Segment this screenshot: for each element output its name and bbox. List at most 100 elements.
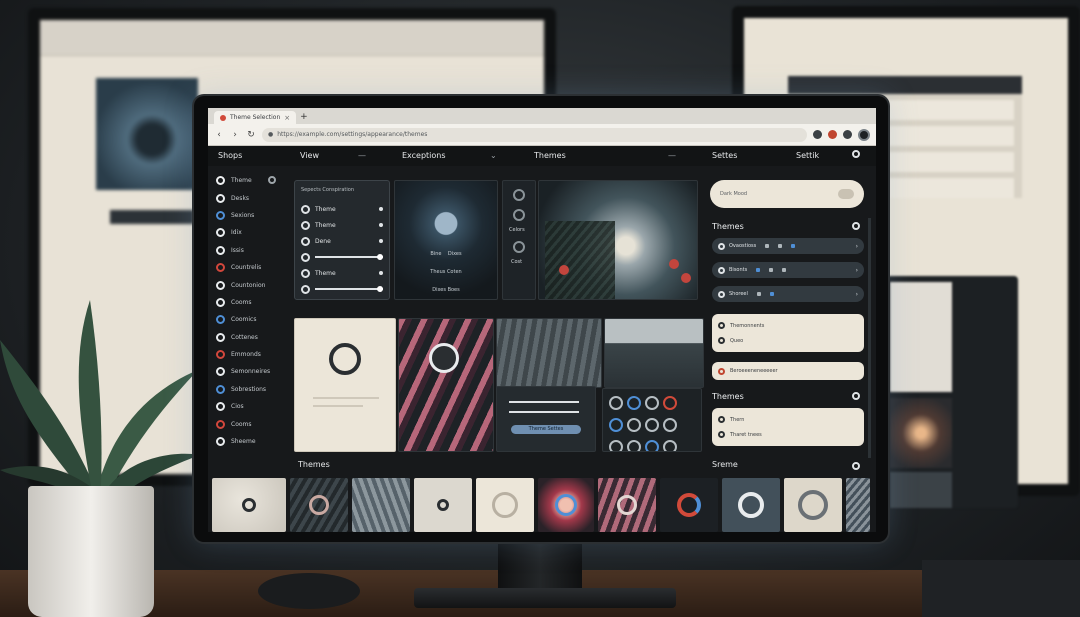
back-icon[interactable]: ‹ xyxy=(214,130,224,140)
sidebar-item[interactable]: Desks xyxy=(216,189,288,206)
circle-icon[interactable] xyxy=(609,440,623,451)
settings-row[interactable]: Theme xyxy=(301,201,383,217)
slider-knob[interactable] xyxy=(377,254,383,260)
circle-icon[interactable] xyxy=(627,440,641,451)
knob-icon[interactable] xyxy=(513,209,525,221)
nav-shops[interactable]: Shops xyxy=(218,151,242,160)
sidebar-item[interactable]: Cooms xyxy=(216,294,288,311)
theme-thumbnail[interactable] xyxy=(660,478,718,532)
slider-knob[interactable] xyxy=(377,286,383,292)
sidebar-item[interactable]: Countrelis xyxy=(216,259,288,276)
radio-icon[interactable] xyxy=(379,271,383,275)
forward-icon[interactable]: › xyxy=(230,130,240,140)
theme-card-forest[interactable] xyxy=(538,180,698,300)
slider[interactable] xyxy=(509,411,579,413)
circle-icon[interactable] xyxy=(645,396,659,410)
scrollbar[interactable] xyxy=(868,218,871,458)
settings-row[interactable]: Theme xyxy=(301,217,383,233)
theme-card-pink[interactable] xyxy=(398,318,494,452)
theme-thumbnail[interactable] xyxy=(414,478,472,532)
theme-thumbnail[interactable] xyxy=(598,478,656,532)
slider[interactable] xyxy=(315,286,383,292)
theme-thumbnail[interactable] xyxy=(538,478,594,532)
profile-avatar[interactable] xyxy=(858,128,870,141)
settings-row[interactable]: Dene xyxy=(301,233,383,249)
slider[interactable] xyxy=(509,401,579,403)
circle-icon[interactable] xyxy=(627,396,641,410)
list-item[interactable]: Themonnents xyxy=(718,318,858,333)
info-icon[interactable] xyxy=(852,222,860,230)
nav-themes[interactable]: Themes xyxy=(534,151,566,160)
knob-icon[interactable] xyxy=(513,241,525,253)
radio-icon[interactable] xyxy=(379,207,383,211)
sidebar-item[interactable]: Coomics xyxy=(216,311,288,328)
sidebar-item[interactable]: Sobrestions xyxy=(216,381,288,398)
sidebar-item[interactable]: Issis xyxy=(216,242,288,259)
extension-icon[interactable] xyxy=(813,130,822,139)
theme-card-sea[interactable] xyxy=(604,318,704,388)
nav-settik[interactable]: Settik xyxy=(796,151,819,160)
search-input[interactable]: Dark Mood xyxy=(710,180,864,208)
theme-thumbnail[interactable] xyxy=(784,478,842,532)
circle-icon[interactable] xyxy=(663,418,677,432)
circle-icon[interactable] xyxy=(609,396,623,410)
theme-option[interactable]: Ovaostioss › xyxy=(712,238,864,254)
sidebar-item[interactable]: Sheeme xyxy=(216,433,288,450)
theme-thumbnail[interactable] xyxy=(846,478,870,532)
theme-thumbnail[interactable] xyxy=(722,478,780,532)
extension-icon[interactable] xyxy=(843,130,852,139)
sidebar-item[interactable]: Cottenes xyxy=(216,329,288,346)
theme-settings-button[interactable]: Theme Settes xyxy=(511,425,581,434)
sidebar-item[interactable]: Semonneires xyxy=(216,363,288,380)
chevron-right-icon[interactable]: › xyxy=(856,291,858,298)
radio-icon[interactable] xyxy=(379,239,383,243)
sidebar-item[interactable]: Emmonds xyxy=(216,346,288,363)
chevron-right-icon[interactable]: › xyxy=(856,267,858,274)
sidebar-item[interactable]: Idix xyxy=(216,224,288,241)
toggle-switch[interactable] xyxy=(838,189,854,199)
chevron-right-icon[interactable]: › xyxy=(856,243,858,250)
sidebar-item[interactable]: Sexions xyxy=(216,207,288,224)
nav-view[interactable]: View xyxy=(300,151,319,160)
new-tab-icon[interactable]: + xyxy=(300,111,308,124)
circle-icon[interactable] xyxy=(645,418,659,432)
theme-option[interactable]: Shoreel › xyxy=(712,286,864,302)
circle-icon[interactable] xyxy=(609,418,623,432)
knob-icon[interactable] xyxy=(513,189,525,201)
sidebar-toggle-icon[interactable] xyxy=(268,176,276,184)
theme-thumbnail[interactable] xyxy=(290,478,348,532)
theme-option[interactable]: Bisonts › xyxy=(712,262,864,278)
nav-exceptions[interactable]: Exceptions xyxy=(402,151,446,160)
theme-thumbnail[interactable] xyxy=(476,478,534,532)
close-icon[interactable]: × xyxy=(284,114,290,122)
browser-tab[interactable]: Theme Selection × xyxy=(214,111,297,124)
address-bar[interactable]: ● https://example.com/settings/appearanc… xyxy=(262,127,807,142)
list-item[interactable]: Beroeeeneneeeeer xyxy=(718,366,858,376)
theme-thumbnail[interactable] xyxy=(352,478,410,532)
circle-icon[interactable] xyxy=(627,418,641,432)
info-icon[interactable] xyxy=(852,392,860,400)
radio-icon[interactable] xyxy=(379,223,383,227)
extension-icon[interactable] xyxy=(828,130,837,139)
nav-settes[interactable]: Settes xyxy=(712,151,737,160)
settings-icon[interactable] xyxy=(852,150,860,158)
slider[interactable] xyxy=(315,254,383,260)
settings-slider-row[interactable] xyxy=(301,281,383,297)
sidebar-item[interactable]: Countonion xyxy=(216,276,288,293)
circle-icon[interactable] xyxy=(663,440,677,451)
sidebar-item[interactable]: Cios xyxy=(216,398,288,415)
settings-slider-row[interactable] xyxy=(301,249,383,265)
theme-thumbnail[interactable] xyxy=(212,478,286,532)
theme-card-moon[interactable]: Bine Dixes Theus Coten Dixes Boes xyxy=(394,180,498,300)
settings-row[interactable]: Theme xyxy=(301,265,383,281)
list-item[interactable]: Queo xyxy=(718,333,858,348)
theme-card-light[interactable] xyxy=(294,318,396,452)
sidebar-item[interactable]: Cooms xyxy=(216,415,288,432)
theme-card-gray[interactable] xyxy=(496,318,602,388)
info-icon[interactable] xyxy=(852,462,860,470)
circle-icon[interactable] xyxy=(645,440,659,451)
list-item[interactable]: Tharet tnees xyxy=(718,427,858,442)
circle-icon[interactable] xyxy=(663,396,677,410)
list-item[interactable]: Thern xyxy=(718,412,858,427)
sidebar-item[interactable]: Theme xyxy=(216,172,288,189)
